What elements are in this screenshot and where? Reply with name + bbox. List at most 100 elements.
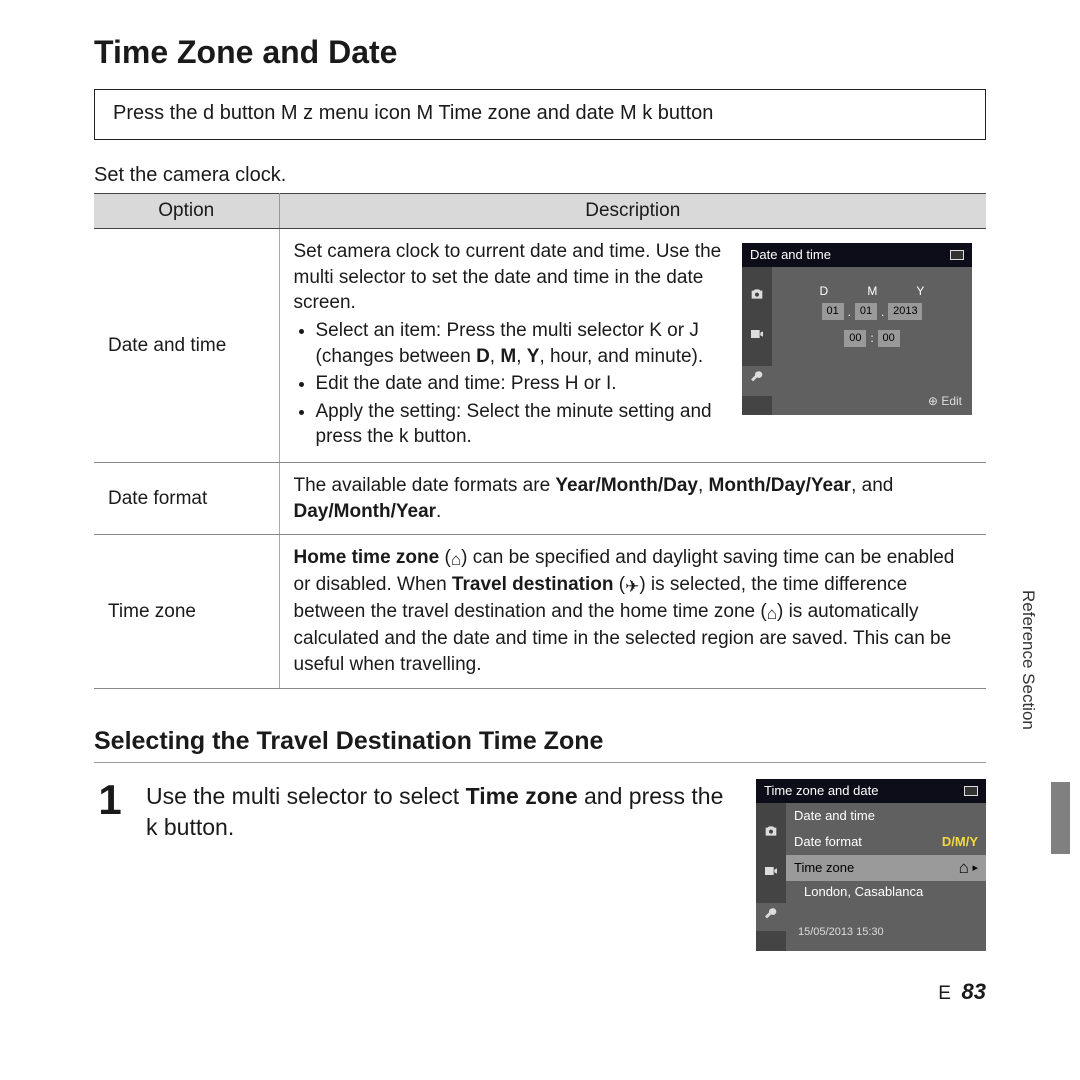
page-title: Time Zone and Date <box>94 34 986 71</box>
t: M <box>500 346 516 367</box>
nav-text: menu icon <box>319 102 417 124</box>
year-field[interactable]: 2013 <box>888 303 922 320</box>
nav-text: Press the <box>113 102 203 124</box>
nav-text: button <box>658 102 714 124</box>
list-item: Edit the date and time: Press H or I. <box>316 371 725 397</box>
edit-label: ⊕ Edit <box>928 393 962 409</box>
glyph-M: M <box>417 102 434 124</box>
option-description: The available date formats are Year/Mont… <box>279 463 986 535</box>
t: Travel destination <box>452 574 614 595</box>
movie-icon <box>749 326 765 348</box>
hour-field[interactable]: 00 <box>844 330 866 347</box>
glyph-M: M <box>281 102 298 124</box>
label-Y: Y <box>916 283 924 299</box>
wrench-icon <box>742 366 772 396</box>
t: ( <box>613 574 625 595</box>
t: E <box>938 983 951 1004</box>
t: Select an item: Press the multi selector <box>316 320 650 341</box>
t: , hour, and minute). <box>539 346 703 367</box>
table-head-description: Description <box>279 194 986 229</box>
t: Edit the date and time: Press <box>316 373 565 394</box>
menu-item-date-time[interactable]: Date and time <box>786 803 986 829</box>
t: Time zone <box>466 783 578 809</box>
month-field[interactable]: 01 <box>855 303 877 320</box>
t: Apply the setting: Select the minute set… <box>316 401 712 448</box>
city-label: London, Casablanca <box>786 881 986 903</box>
movie-icon <box>763 863 779 883</box>
table-row: Date format The available date formats a… <box>94 463 986 535</box>
step-number: 1 <box>94 779 126 821</box>
t: or <box>662 320 689 341</box>
t: 83 <box>962 979 986 1004</box>
screen-title-text: Date and time <box>750 246 831 264</box>
t: , <box>698 475 709 496</box>
table-head-option: Option <box>94 194 279 229</box>
t: button. <box>408 426 471 447</box>
t: Time zone <box>794 860 854 875</box>
side-reference-label: Reference Section <box>1018 590 1038 730</box>
glyph-k: k <box>399 426 409 447</box>
glyph-d: d <box>203 102 214 124</box>
glyph-z: z <box>298 102 319 124</box>
screen-title-text: Time zone and date <box>764 783 878 798</box>
glyph-J: J <box>689 320 699 341</box>
intro-text: Set the camera clock. <box>94 164 986 187</box>
t: ( <box>439 547 451 568</box>
t: . <box>436 501 441 522</box>
t: and press the <box>578 783 724 809</box>
home-icon: ⌂ <box>451 550 461 569</box>
t: Date and time <box>794 808 875 823</box>
home-icon: ⌂ <box>959 858 969 877</box>
option-description: Home time zone (⌂) can be specified and … <box>279 535 986 688</box>
t: The available date formats are <box>294 475 556 496</box>
glyph-k: k <box>146 814 158 840</box>
value: D/M/Y <box>942 834 978 849</box>
nav-path-box: Press the d button M z menu icon M Time … <box>94 89 986 140</box>
glyph-M: M <box>620 102 637 124</box>
wrench-icon <box>756 903 786 931</box>
battery-icon <box>950 250 964 260</box>
battery-icon <box>964 786 978 796</box>
camera-icon <box>749 286 765 308</box>
minute-field[interactable]: 00 <box>878 330 900 347</box>
t: Use the multi selector to select <box>146 783 466 809</box>
t: Day/Month/Year <box>294 501 437 522</box>
label-D: D <box>820 283 829 299</box>
camera-screen-timezone-menu: Time zone and date Date and time Date fo… <box>756 779 986 951</box>
side-tab <box>1051 782 1070 854</box>
step-text: Use the multi selector to select Time zo… <box>146 775 736 843</box>
t: Month/Day/Year <box>709 475 852 496</box>
plane-icon: ✈ <box>625 577 639 596</box>
colon: : <box>870 330 873 346</box>
t: (changes between <box>316 346 477 367</box>
option-name: Date format <box>94 463 279 535</box>
t: or <box>578 373 605 394</box>
option-description: Set camera clock to current date and tim… <box>279 229 986 463</box>
dot: . <box>881 304 884 320</box>
step-1: 1 Use the multi selector to select Time … <box>94 775 986 951</box>
t: Y <box>527 346 540 367</box>
glyph-K: K <box>649 320 662 341</box>
option-name: Date and time <box>94 229 279 463</box>
t: Year/Month/Day <box>555 475 698 496</box>
menu-item-date-format[interactable]: Date format D/M/Y <box>786 829 986 855</box>
screen-footer-datetime: 15/05/2013 15:30 <box>786 921 986 943</box>
table-row: Time zone Home time zone (⌂) can be spec… <box>94 535 986 688</box>
t: D <box>476 346 490 367</box>
nav-text: Time zone and date <box>433 102 620 124</box>
list-item: Apply the setting: Select the minute set… <box>316 399 725 450</box>
camera-screen-date-time: Date and time D M <box>742 243 972 415</box>
t: Date format <box>794 834 862 849</box>
dot: . <box>848 304 851 320</box>
menu-item-time-zone[interactable]: Time zone ⌂ ▸ <box>786 855 986 881</box>
glyph-H: H <box>565 373 579 394</box>
t: , and <box>851 475 893 496</box>
list-item: Select an item: Press the multi selector… <box>316 318 725 369</box>
chevron-right-icon: ▸ <box>972 862 978 874</box>
day-field[interactable]: 01 <box>822 303 844 320</box>
page-number: E 83 <box>94 979 986 1005</box>
options-table: Option Description Date and time Set cam… <box>94 193 986 689</box>
label-M: M <box>867 283 877 299</box>
glyph-k: k <box>637 102 658 124</box>
camera-icon <box>763 823 779 843</box>
